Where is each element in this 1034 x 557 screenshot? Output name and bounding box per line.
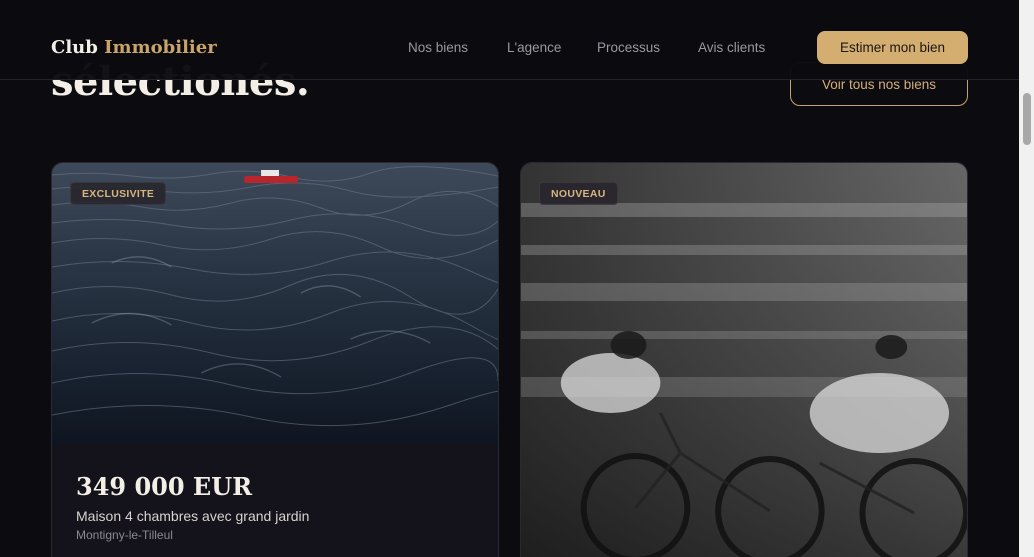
logo-text-club: Club [51,37,98,58]
vertical-scrollbar[interactable] [1019,0,1034,557]
estimate-property-button[interactable]: Estimer mon bien [817,31,968,64]
property-card-1[interactable]: EXCLUSIVITE 349 000 EUR Maison 4 chambre… [51,162,499,557]
nav-link-processus[interactable]: Processus [597,40,660,55]
cyclists-motion-photo [521,163,967,557]
nav-link-avis-clients[interactable]: Avis clients [698,40,765,55]
site-header: Club Immobilier Nos biens L'agence Proce… [0,0,1019,80]
logo-text-immobilier: Immobilier [104,37,217,58]
property-description: Maison 4 chambres avec grand jardin [76,508,310,524]
new-badge: NOUVEAU [539,182,618,205]
property-price: 349 000 EUR [76,472,253,501]
site-logo[interactable]: Club Immobilier [51,37,217,58]
property-card-2[interactable]: NOUVEAU [520,162,968,557]
scrollbar-thumb[interactable] [1023,93,1031,145]
sea-waves-photo [52,163,498,444]
exclusivity-badge: EXCLUSIVITE [70,182,167,205]
nav-link-nos-biens[interactable]: Nos biens [408,40,468,55]
card-body: 349 000 EUR Maison 4 chambres avec grand… [52,444,498,557]
nav-link-agence[interactable]: L'agence [507,40,561,55]
property-location: Montigny-le-Tilleul [76,528,173,542]
